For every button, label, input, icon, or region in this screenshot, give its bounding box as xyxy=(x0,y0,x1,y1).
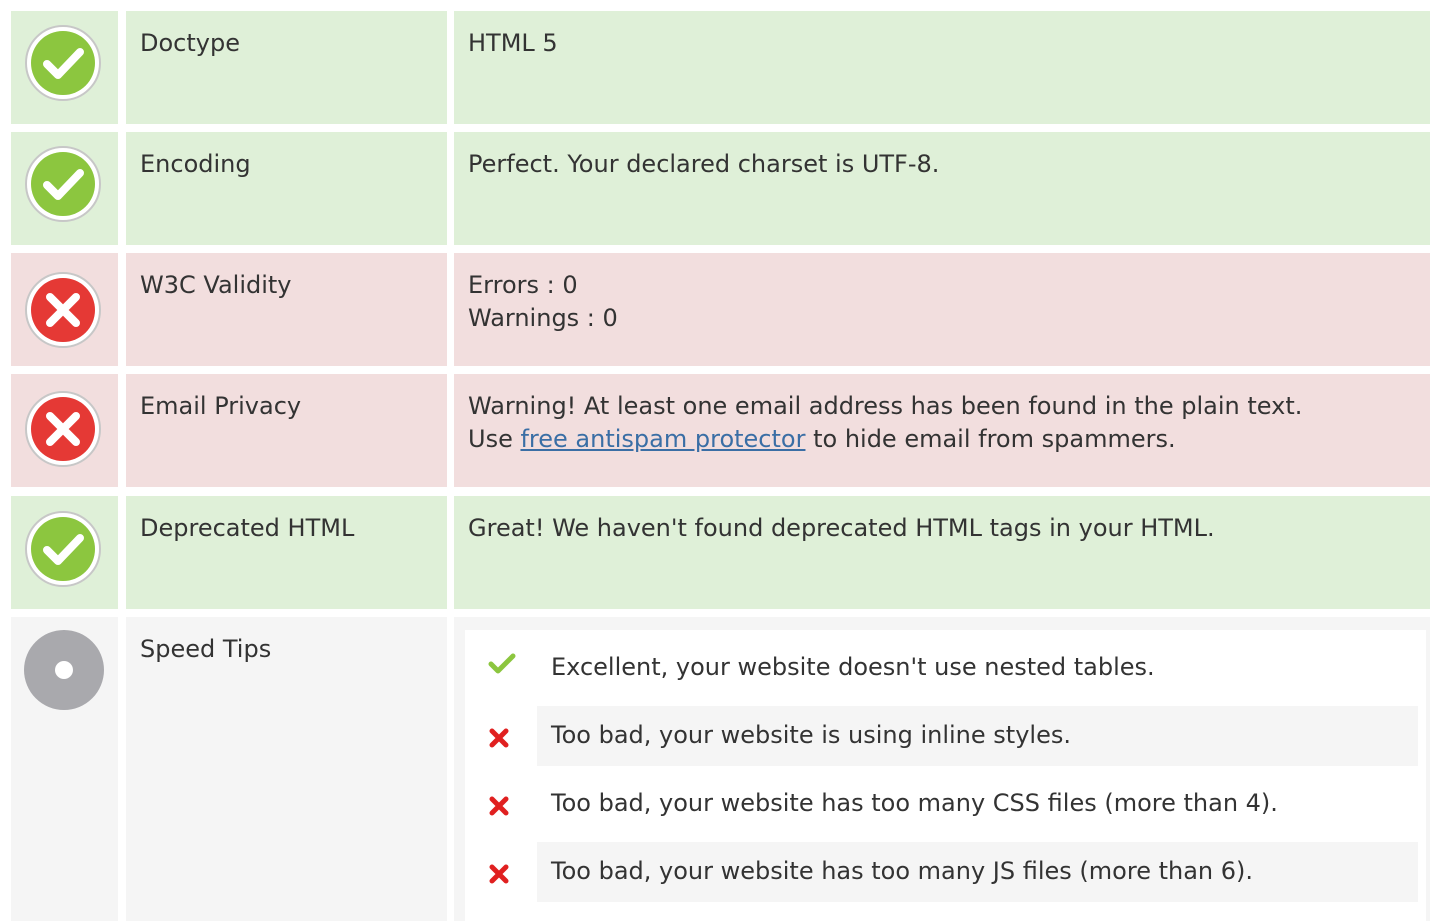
status-icon-cell xyxy=(11,496,118,609)
cross-icon xyxy=(489,796,509,816)
antispam-protector-link[interactable]: free antispam protector xyxy=(520,425,805,453)
cross-circle-icon xyxy=(25,272,101,348)
email-warning-text: Warning! At least one email address has … xyxy=(468,392,1303,420)
check-row-doctype: Doctype HTML 5 xyxy=(11,11,1430,124)
speed-tip-item: Too bad, your website has too many CSS f… xyxy=(475,774,1418,834)
check-circle-icon xyxy=(25,25,101,101)
speed-tip-item: Too bad, your website has too many JS fi… xyxy=(475,842,1418,902)
check-row-deprecated-html: Deprecated HTML Great! We haven't found … xyxy=(11,496,1430,609)
check-value: Warning! At least one email address has … xyxy=(468,390,1420,456)
check-circle-icon xyxy=(25,146,101,222)
tip-text: Too bad, your website has too many JS fi… xyxy=(551,857,1254,885)
tip-text: Too bad, your website is using inline st… xyxy=(551,721,1071,749)
check-row-email-privacy: Email Privacy Warning! At least one emai… xyxy=(11,374,1430,487)
check-label: Email Privacy xyxy=(140,392,302,420)
status-icon-cell xyxy=(11,132,118,245)
tip-text: Excellent, your website doesn't use nest… xyxy=(551,653,1155,681)
warnings-count: Warnings : 0 xyxy=(468,304,618,332)
tip-text: Too bad, your website has too many CSS f… xyxy=(551,789,1278,817)
check-value: Perfect. Your declared charset is UTF-8. xyxy=(468,150,940,178)
errors-count: Errors : 0 xyxy=(468,271,578,299)
cross-icon xyxy=(489,864,509,884)
check-label: Encoding xyxy=(140,150,251,178)
tip-status-cell xyxy=(475,638,529,698)
status-icon-cell xyxy=(11,11,118,124)
status-icon-cell xyxy=(11,617,118,921)
speed-tips-list: Excellent, your website doesn't use nest… xyxy=(465,630,1426,921)
check-row-w3c-validity: W3C Validity Errors : 0 Warnings : 0 xyxy=(11,253,1430,366)
check-label-cell: Doctype xyxy=(126,11,447,124)
check-label-cell: W3C Validity xyxy=(126,253,447,366)
check-value-cell: Perfect. Your declared charset is UTF-8. xyxy=(454,132,1430,245)
advice-prefix: Use xyxy=(468,425,521,453)
check-row-encoding: Encoding Perfect. Your declared charset … xyxy=(11,132,1430,245)
check-value: HTML 5 xyxy=(468,29,558,57)
check-value-cell: HTML 5 xyxy=(454,11,1430,124)
tip-text-cell: Too bad, your website is using inline st… xyxy=(537,706,1418,766)
check-value-cell: Great! We haven't found deprecated HTML … xyxy=(454,496,1430,609)
email-advice-line: Use free antispam protector to hide emai… xyxy=(468,423,1420,456)
cross-circle-icon xyxy=(25,391,101,467)
status-icon-cell xyxy=(11,253,118,366)
speed-tip-item: Too bad, your website is using inline st… xyxy=(475,706,1418,766)
tip-status-cell xyxy=(475,706,529,766)
status-icon-cell xyxy=(11,374,118,487)
check-label: Doctype xyxy=(140,29,240,57)
tip-text-cell: Too bad, your website has too many CSS f… xyxy=(537,774,1418,834)
check-label-cell: Deprecated HTML xyxy=(126,496,447,609)
checkmark-icon xyxy=(488,653,516,674)
advice-suffix: to hide email from spammers. xyxy=(805,425,1176,453)
check-label-cell: Speed Tips xyxy=(126,617,447,921)
check-label: Speed Tips xyxy=(140,635,272,663)
speed-tip-item: Excellent, your website doesn't use nest… xyxy=(475,638,1418,698)
check-label: W3C Validity xyxy=(140,271,292,299)
check-label: Deprecated HTML xyxy=(140,514,355,542)
check-value: Great! We haven't found deprecated HTML … xyxy=(468,514,1215,542)
check-value-cell: Excellent, your website doesn't use nest… xyxy=(454,617,1430,921)
check-row-speed-tips: Speed Tips Excellent, your website doesn… xyxy=(11,617,1430,921)
check-value: Errors : 0 Warnings : 0 xyxy=(468,269,1420,335)
check-value-cell: Errors : 0 Warnings : 0 xyxy=(454,253,1430,366)
check-circle-icon xyxy=(25,511,101,587)
cross-icon xyxy=(489,728,509,748)
tip-text-cell: Too bad, your website has too many JS fi… xyxy=(537,842,1418,902)
check-label-cell: Email Privacy xyxy=(126,374,447,487)
check-value-cell: Warning! At least one email address has … xyxy=(454,374,1430,487)
tip-status-cell xyxy=(475,842,529,902)
tip-status-cell xyxy=(475,774,529,834)
check-label-cell: Encoding xyxy=(126,132,447,245)
tip-text-cell: Excellent, your website doesn't use nest… xyxy=(537,638,1418,698)
neutral-circle-icon xyxy=(24,630,104,710)
